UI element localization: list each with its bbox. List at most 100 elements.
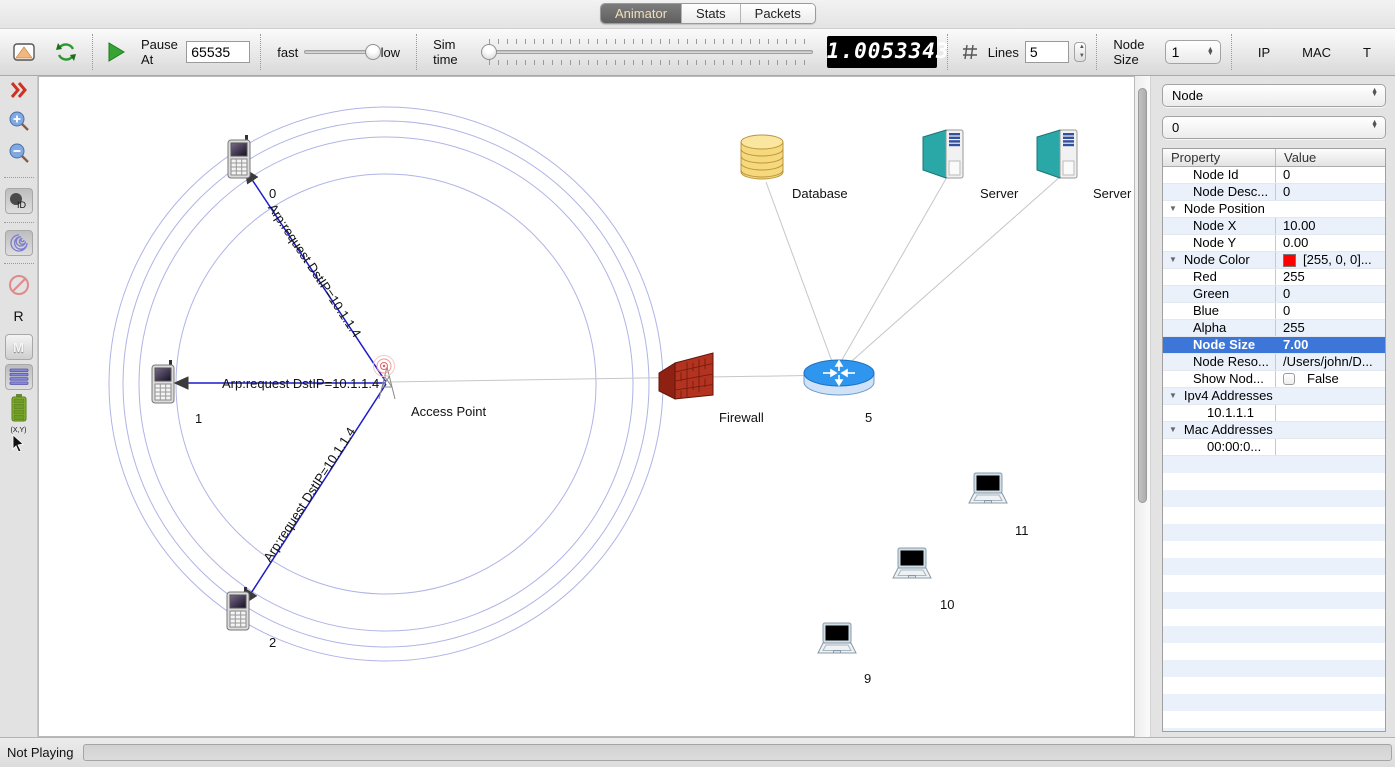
- property-row[interactable]: Red255: [1163, 269, 1385, 286]
- collapse-triangle-icon[interactable]: ▼: [1169, 252, 1177, 268]
- wireless-circles-button[interactable]: [5, 230, 33, 256]
- tab-animator[interactable]: Animator: [601, 4, 682, 23]
- property-name: Mac Addresses: [1184, 422, 1273, 438]
- property-value: 0.00: [1283, 235, 1308, 251]
- canvas-vertical-scrollbar[interactable]: [1135, 76, 1151, 737]
- node-label-firewall: Firewall: [719, 410, 764, 425]
- property-row[interactable]: ▼ Ipv4 Addresses: [1163, 388, 1385, 405]
- tab-stats[interactable]: Stats: [682, 4, 741, 23]
- property-value: [255, 0, 0]...: [1303, 252, 1372, 268]
- empty-row: [1163, 558, 1385, 575]
- fast-label: fast: [277, 45, 298, 60]
- sim-time-ticks: [489, 39, 813, 44]
- sim-time-slider[interactable]: [481, 39, 817, 65]
- property-row[interactable]: Green0: [1163, 286, 1385, 303]
- node-size-combo[interactable]: 1 ▲▼: [1165, 40, 1221, 64]
- show-mac-button[interactable]: MAC: [1296, 44, 1337, 61]
- empty-row: [1163, 660, 1385, 677]
- toolbar-separator: [416, 34, 417, 70]
- zoom-out-icon: [7, 142, 31, 166]
- property-row[interactable]: ▼Node Position: [1163, 201, 1385, 218]
- property-row[interactable]: Node Id0: [1163, 167, 1385, 184]
- show-meta-button[interactable]: M: [5, 334, 33, 360]
- node-phone-2[interactable]: [227, 587, 249, 630]
- lines-stepper[interactable]: ▲▼: [1074, 42, 1087, 62]
- column-header-value[interactable]: Value: [1275, 149, 1385, 166]
- combo-arrows-icon: ▲▼: [1207, 48, 1214, 56]
- property-row[interactable]: Show Nod...False: [1163, 371, 1385, 388]
- property-value: 255: [1283, 320, 1305, 336]
- node-label-database: Database: [792, 186, 848, 201]
- entity-type-combo[interactable]: Node ▲▼: [1162, 84, 1386, 107]
- reset-button[interactable]: [50, 40, 82, 64]
- empty-row: [1163, 626, 1385, 643]
- property-row[interactable]: Node Desc...0: [1163, 184, 1385, 201]
- empty-row: [1163, 490, 1385, 507]
- battery-stats-button[interactable]: [11, 394, 27, 422]
- node-id-combo[interactable]: 0 ▲▼: [1162, 116, 1386, 139]
- empty-row: [1163, 677, 1385, 694]
- node-database[interactable]: [741, 135, 783, 179]
- node-laptop-9[interactable]: [818, 623, 856, 653]
- node-router-5[interactable]: [804, 360, 874, 395]
- node-phone-0[interactable]: [228, 135, 250, 178]
- zoom-out-button[interactable]: [7, 142, 31, 166]
- property-name: Node Reso...: [1193, 354, 1269, 370]
- property-row[interactable]: Node Reso.../Users/john/D...: [1163, 354, 1385, 371]
- property-row[interactable]: 10.1.1.1: [1163, 405, 1385, 422]
- property-name: Ipv4 Addresses: [1184, 388, 1273, 404]
- reset-orientation-button[interactable]: R: [13, 308, 23, 324]
- node-server-1[interactable]: [923, 130, 963, 178]
- show-routing-tables-button[interactable]: [5, 364, 33, 390]
- property-value: False: [1307, 371, 1339, 387]
- node-laptop-11[interactable]: [969, 473, 1007, 503]
- expand-button[interactable]: [8, 80, 30, 100]
- node-phone-1[interactable]: [152, 360, 174, 403]
- tab-packets[interactable]: Packets: [741, 4, 815, 23]
- property-value: 0: [1283, 286, 1290, 302]
- node-firewall[interactable]: [659, 353, 713, 399]
- scrollbar-thumb[interactable]: [1138, 88, 1147, 503]
- topology-svg: Arp:request DstIP=10.1.1.4 Arp:request D…: [39, 77, 1134, 736]
- ap-pulse-icon: [374, 356, 395, 377]
- property-row[interactable]: Node Y0.00: [1163, 235, 1385, 252]
- play-button[interactable]: [103, 42, 129, 62]
- collapse-triangle-icon[interactable]: ▼: [1169, 422, 1177, 438]
- checkbox[interactable]: [1283, 373, 1295, 385]
- grid-button[interactable]: [958, 44, 982, 60]
- play-icon: [107, 42, 125, 62]
- node-label-0: 0: [269, 186, 276, 201]
- collapse-triangle-icon[interactable]: ▼: [1169, 201, 1177, 217]
- arp-label-0: Arp:request DstIP=10.1.1.4: [265, 201, 364, 340]
- property-row[interactable]: Blue0: [1163, 303, 1385, 320]
- property-row[interactable]: 00:00:0...: [1163, 439, 1385, 456]
- property-row[interactable]: Node X10.00: [1163, 218, 1385, 235]
- property-row[interactable]: Alpha255: [1163, 320, 1385, 337]
- sim-time-handle[interactable]: [481, 44, 497, 60]
- show-position-button[interactable]: (X,Y): [11, 428, 27, 452]
- show-node-id-button[interactable]: ID: [5, 188, 33, 214]
- empty-row: [1163, 575, 1385, 592]
- block-packets-button[interactable]: [8, 274, 30, 296]
- empty-row: [1163, 524, 1385, 541]
- show-ip-button[interactable]: IP: [1252, 44, 1276, 61]
- property-row[interactable]: Node Size7.00: [1163, 337, 1385, 354]
- node-laptop-10[interactable]: [893, 548, 931, 578]
- column-header-property[interactable]: Property: [1163, 149, 1275, 166]
- topology-canvas[interactable]: Arp:request DstIP=10.1.1.4 Arp:request D…: [38, 76, 1135, 737]
- color-swatch: [1283, 254, 1296, 267]
- collapse-triangle-icon[interactable]: ▼: [1169, 388, 1177, 404]
- node-id-icon: ID: [5, 188, 33, 214]
- pause-at-input[interactable]: [186, 41, 250, 63]
- snapshot-button[interactable]: [8, 41, 40, 63]
- property-table-body: Node Id0Node Desc...0▼Node PositionNode …: [1163, 167, 1385, 732]
- lines-input[interactable]: [1025, 41, 1069, 63]
- speed-slider[interactable]: [304, 50, 368, 54]
- zoom-in-button[interactable]: [7, 110, 31, 134]
- property-row[interactable]: ▼ Mac Addresses: [1163, 422, 1385, 439]
- property-value: 0: [1283, 184, 1290, 200]
- property-row[interactable]: ▼Node Color[255, 0, 0]...: [1163, 252, 1385, 269]
- node-label-access-point: Access Point: [411, 404, 487, 419]
- node-server-2[interactable]: [1037, 130, 1077, 178]
- show-nodeid-button[interactable]: T: [1357, 44, 1377, 61]
